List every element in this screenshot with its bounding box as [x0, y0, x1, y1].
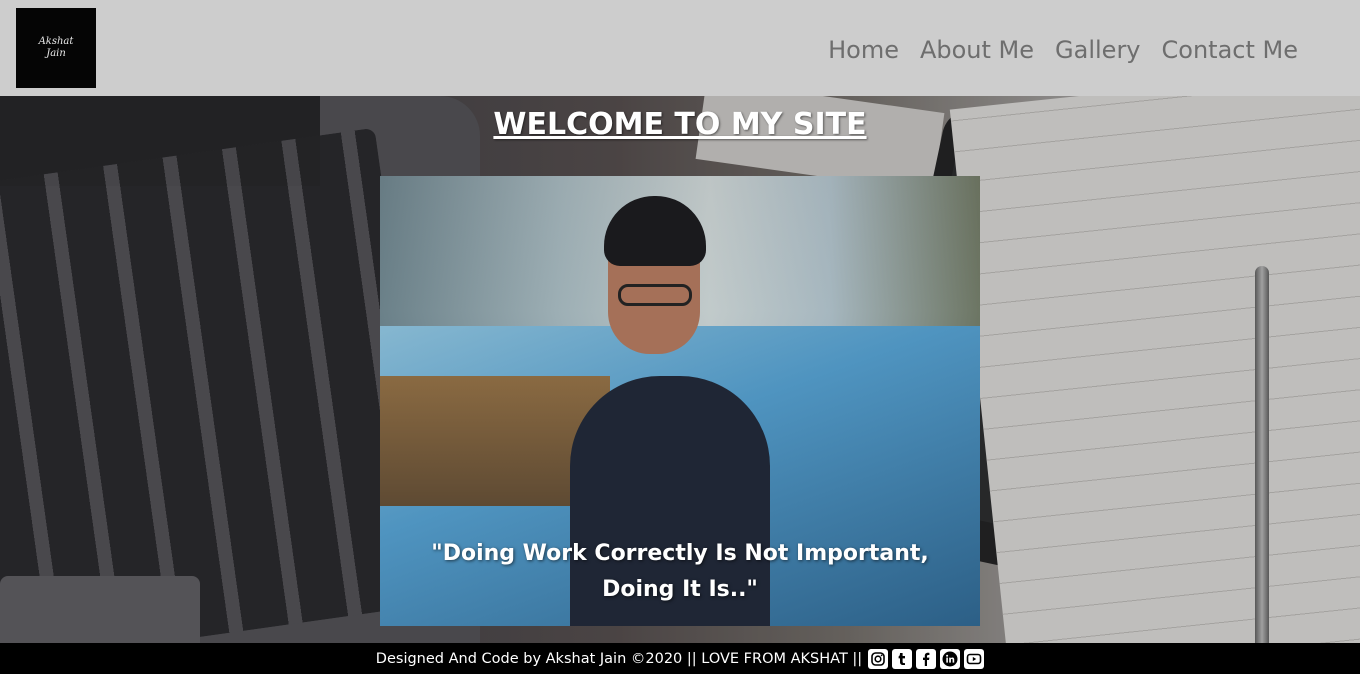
- nav-contact-link[interactable]: Contact Me: [1162, 34, 1298, 66]
- facebook-icon[interactable]: [916, 648, 937, 669]
- nav-home-link[interactable]: Home: [828, 34, 899, 66]
- welcome-title: WELCOME TO MY SITE: [493, 107, 867, 142]
- quote-text: "Doing Work Correctly Is Not Important, …: [431, 541, 929, 602]
- logo-line-2: Jain: [46, 48, 66, 59]
- nav-about-link[interactable]: About Me: [920, 34, 1034, 66]
- profile-photo: "Doing Work Correctly Is Not Important, …: [380, 176, 980, 626]
- main-nav: Home About Me Gallery Contact Me: [828, 34, 1298, 66]
- tumblr-icon[interactable]: [892, 648, 913, 669]
- instagram-icon[interactable]: [868, 648, 889, 669]
- logo-line-1: Akshat: [38, 36, 74, 47]
- linkedin-icon[interactable]: [940, 648, 961, 669]
- nav-gallery-link[interactable]: Gallery: [1055, 34, 1140, 66]
- hero-section: WELCOME TO MY SITE "Doing Work Correctly…: [0, 96, 1360, 643]
- site-header: Akshat Jain Home About Me Gallery Contac…: [0, 0, 1360, 96]
- youtube-icon[interactable]: [964, 648, 985, 669]
- site-footer: Designed And Code by Akshat Jain ©2020 |…: [0, 643, 1360, 674]
- footer-credits: Designed And Code by Akshat Jain ©2020 |…: [375, 650, 863, 667]
- site-logo[interactable]: Akshat Jain: [16, 8, 96, 88]
